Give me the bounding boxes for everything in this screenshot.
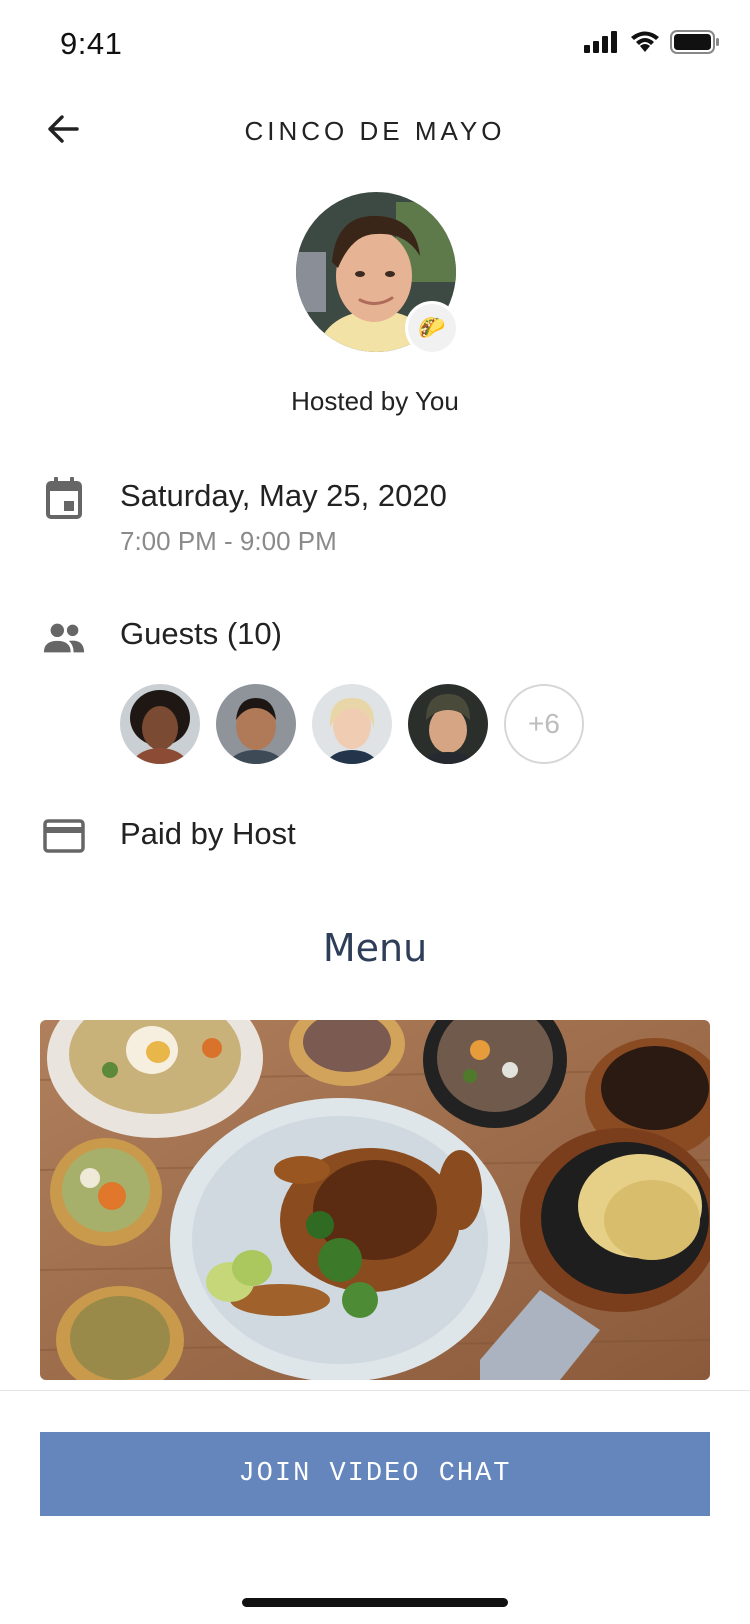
guests-label: Guests (10) <box>120 616 282 651</box>
menu-food-image <box>40 1020 710 1380</box>
calendar-icon <box>42 476 86 520</box>
guest-avatar[interactable] <box>120 684 200 764</box>
more-guests-count[interactable]: +6 <box>504 684 584 764</box>
taco-badge: 🌮 <box>408 304 456 352</box>
event-time: 7:00 PM - 9:00 PM <box>120 526 337 556</box>
credit-card-icon <box>42 814 86 858</box>
guest-avatar-list: +6 <box>120 684 584 764</box>
guest-avatar[interactable] <box>216 684 296 764</box>
battery-icon <box>670 30 720 59</box>
guest-avatar[interactable] <box>408 684 488 764</box>
join-video-chat-button[interactable]: JOIN VIDEO CHAT <box>40 1432 710 1516</box>
home-indicator <box>242 1598 508 1607</box>
guest-avatar[interactable] <box>312 684 392 764</box>
page-title: CINCO DE MAYO <box>244 116 506 146</box>
wifi-icon <box>630 31 660 58</box>
people-icon <box>42 616 86 660</box>
signal-icon <box>584 31 620 58</box>
payment-label: Paid by Host <box>120 816 296 851</box>
status-time: 9:41 <box>60 26 123 61</box>
hosted-by-label: Hosted by You <box>291 386 459 416</box>
event-date: Saturday, May 25, 2020 <box>120 478 447 513</box>
bottom-divider <box>0 1390 750 1391</box>
status-icons <box>584 30 720 59</box>
menu-heading: Menu <box>322 926 428 970</box>
